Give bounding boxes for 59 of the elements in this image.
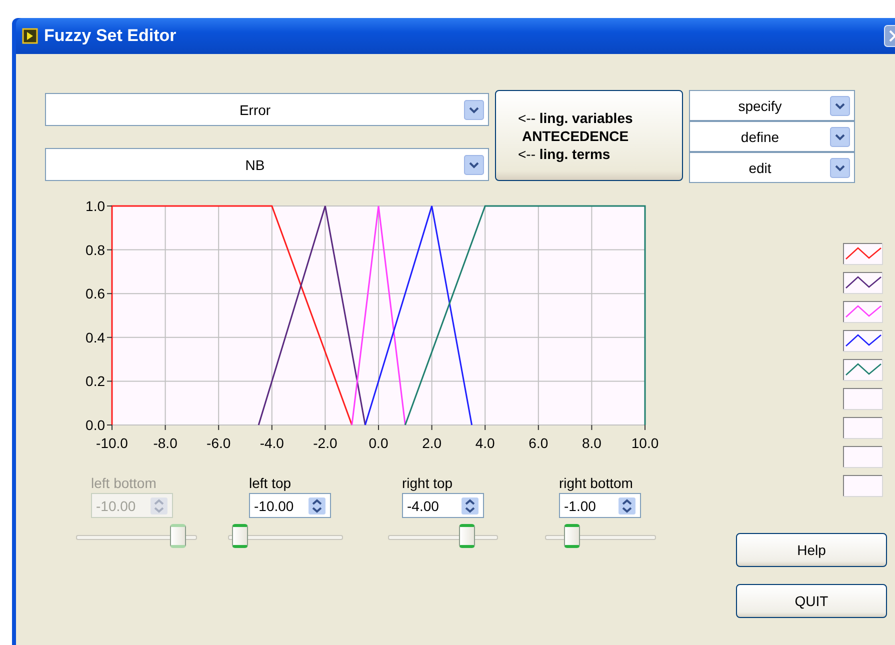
slider-thumb[interactable] [232,524,248,548]
y-tick-label: 0.2 [86,373,105,390]
x-tick-label: -6.0 [206,435,231,451]
legend-swatch [843,475,883,497]
number-field[interactable]: -1.00 [559,493,641,518]
x-tick-label: 10.0 [631,435,659,451]
legend-swatch [843,446,883,468]
up-down-arrows-icon [150,496,168,514]
legend-swatch [843,388,883,410]
number-field[interactable]: -4.00 [402,493,484,518]
slider[interactable] [76,524,197,550]
x-tick-label: -2.0 [313,435,338,451]
dropdown[interactable]: edit [689,152,855,183]
dropdown[interactable]: define [689,121,855,152]
y-tick-label: 1.0 [86,198,105,214]
field-label: right bottom [559,475,633,493]
dropdown[interactable]: Error [45,93,489,126]
slider[interactable] [228,524,343,550]
up-down-arrows-icon [618,496,636,514]
legend-swatch [843,272,883,294]
legend-swatch [843,359,883,381]
number-field[interactable]: -10.00 [249,493,331,518]
chevron-down-icon [830,96,850,116]
chevron-down-icon [830,126,850,146]
slider-thumb[interactable] [564,524,580,548]
y-tick-label: 0.0 [86,417,105,433]
field-label: right top [402,475,453,493]
chevron-down-icon [464,154,484,174]
legend-swatch [843,330,883,352]
legend-swatch [843,417,883,439]
legend-swatch [843,301,883,323]
field-label: left bottom [91,475,156,493]
x-tick-label: 4.0 [475,435,495,451]
dropdown[interactable]: NB [45,148,489,181]
x-tick-label: -8.0 [153,435,178,451]
x-tick-label: 0.0 [368,435,388,451]
x-tick-label: -10.0 [96,435,128,451]
legend-swatch [843,243,883,265]
up-down-arrows-icon [308,496,326,514]
x-tick-label: 8.0 [582,435,602,451]
x-tick-label: -4.0 [260,435,284,451]
y-tick-label: 0.8 [86,242,105,258]
app-icon [22,28,38,44]
y-tick-label: 0.6 [86,286,105,302]
mode-button[interactable]: <-- ling. variables ANTECEDENCE <-- ling. terms [495,90,683,181]
slider[interactable] [545,524,656,550]
chevron-down-icon [464,100,484,120]
y-tick-label: 0.4 [86,329,105,346]
field-label: left top [249,475,292,493]
slider-thumb[interactable] [459,524,476,548]
x-tick-label: 2.0 [422,435,442,451]
dropdown[interactable]: specify [689,90,855,121]
push-button[interactable]: Help [736,533,887,567]
slider[interactable] [388,524,498,550]
chevron-down-icon [830,158,850,178]
x-tick-label: 6.0 [528,435,548,451]
push-button[interactable]: QUIT [736,584,887,618]
up-down-arrows-icon [461,496,479,514]
window-title: Fuzzy Set Editor [44,26,176,46]
